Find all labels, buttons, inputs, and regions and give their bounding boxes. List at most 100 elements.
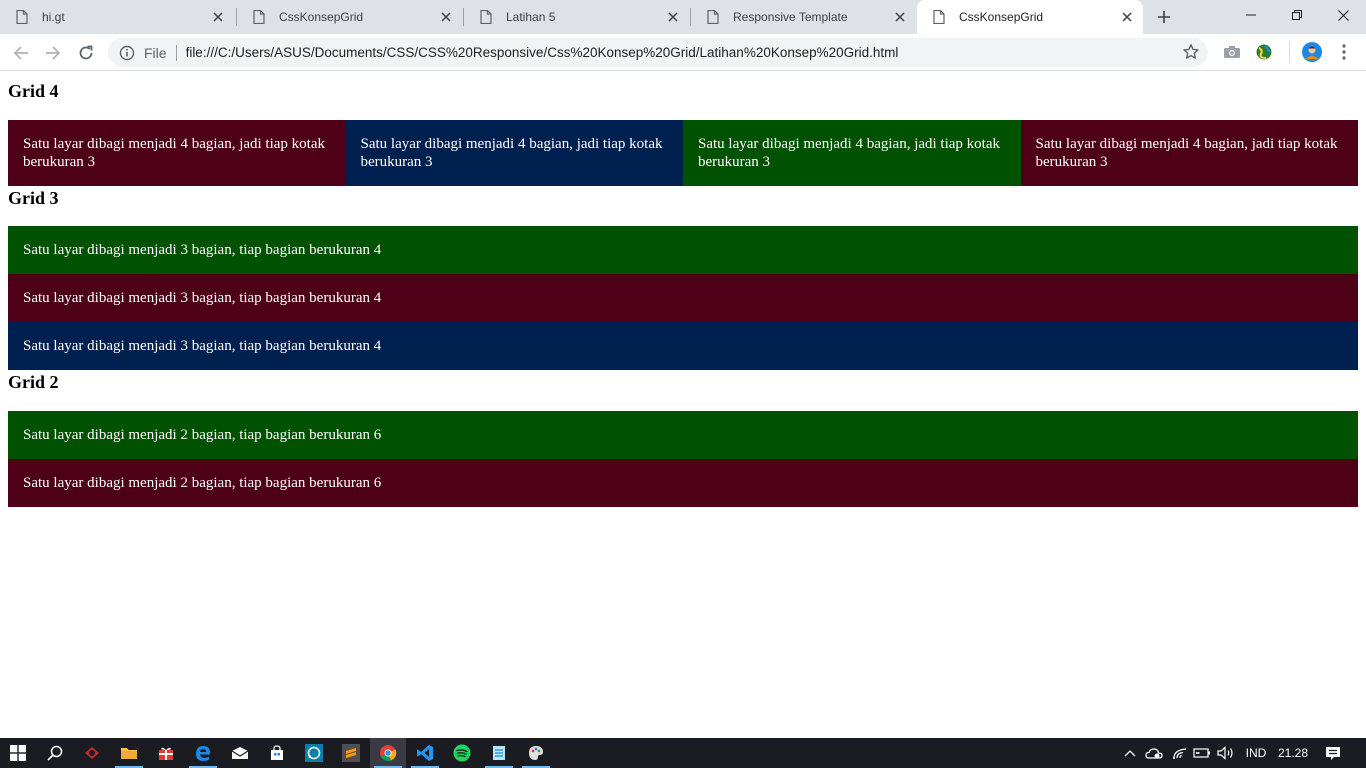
forward-button[interactable]: [40, 40, 66, 66]
windows-logo-icon: [10, 745, 26, 761]
reload-button[interactable]: [73, 40, 99, 66]
restore-icon: [1292, 10, 1302, 20]
taskbar-notepad[interactable]: [481, 738, 517, 768]
omnibox-divider: [175, 44, 177, 61]
folder-icon: [121, 748, 137, 759]
close-tab-icon[interactable]: [1117, 7, 1137, 27]
grid-2-cell: Satu layar dibagi menjadi 2 bagian, tiap…: [8, 459, 1358, 507]
edge-icon: [196, 746, 210, 761]
clock[interactable]: 21.28: [1274, 738, 1312, 768]
tab-label: CssKonsepGrid: [279, 10, 364, 24]
sublime-text-icon: [342, 744, 360, 762]
globe-extension-icon[interactable]: [1254, 42, 1274, 62]
reload-icon: [79, 45, 93, 60]
plus-icon: [1158, 11, 1170, 23]
taskbar-store[interactable]: [259, 738, 295, 768]
minimize-button[interactable]: [1228, 0, 1274, 30]
taskbar-mail[interactable]: [222, 738, 258, 768]
tab-latihan-5[interactable]: Latihan 5: [464, 0, 689, 34]
language-indicator[interactable]: IND: [1240, 738, 1272, 768]
restore-button[interactable]: [1274, 0, 1320, 30]
tab-hi-gt[interactable]: hi.gt: [0, 0, 234, 34]
wifi-tray-icon[interactable]: [1170, 738, 1190, 768]
tab-responsive-template[interactable]: Responsive Template: [691, 0, 916, 34]
menu-kebab-icon[interactable]: [1334, 42, 1354, 62]
grid-3-heading: Grid 3: [8, 188, 59, 208]
camera-extension-icon[interactable]: [1222, 42, 1242, 62]
mail-icon: [231, 747, 249, 759]
wifi-icon: [1173, 748, 1187, 759]
taskbar-paint[interactable]: [518, 738, 554, 768]
taskbar-app-red-game[interactable]: [74, 738, 110, 768]
close-tab-icon[interactable]: [663, 7, 683, 27]
grid-2-heading: Grid 2: [8, 372, 59, 392]
grid-3-cell: Satu layar dibagi menjadi 3 bagian, tiap…: [8, 226, 1358, 274]
grid-4-cell: Satu layar dibagi menjadi 4 bagian, jadi…: [345, 120, 683, 186]
taskbar-edge[interactable]: [185, 738, 221, 768]
start-button[interactable]: [0, 738, 36, 768]
close-tab-icon[interactable]: [436, 7, 456, 27]
tab-csskonsepgrid-active[interactable]: CssKonsepGrid: [917, 0, 1143, 34]
tab-csskonsepgrid[interactable]: CssKonsepGrid: [237, 0, 462, 34]
search-icon: [47, 745, 63, 761]
tab-label: Latihan 5: [506, 10, 556, 24]
taskbar-chrome[interactable]: [370, 738, 406, 768]
speaker-icon: [1217, 746, 1233, 760]
volume-tray-icon[interactable]: [1215, 738, 1237, 768]
notification-icon: [1326, 746, 1340, 760]
forward-arrow-icon: [46, 46, 61, 60]
bookmark-star-icon[interactable]: [1182, 43, 1200, 61]
cloud-sync-icon: [1145, 748, 1163, 759]
taskbar-gift-app[interactable]: [148, 738, 184, 768]
chrome-icon: [380, 745, 397, 761]
grid-4-heading: Grid 4: [8, 81, 59, 101]
show-hidden-icons-button[interactable]: [1120, 738, 1140, 768]
grid-2-cell: Satu layar dibagi menjadi 2 bagian, tiap…: [8, 411, 1358, 459]
minimize-icon: [1246, 14, 1256, 16]
whatsapp-icon: [305, 744, 323, 762]
vscode-icon: [417, 745, 433, 761]
toolbar-divider: [1289, 41, 1290, 63]
url-text[interactable]: file:///C:/Users/ASUS/Documents/CSS/CSS%…: [186, 45, 899, 60]
action-center-button[interactable]: [1318, 738, 1348, 768]
document-icon: [253, 9, 265, 25]
battery-charging-icon: [1193, 748, 1210, 758]
taskbar-spotify[interactable]: [444, 738, 480, 768]
tab-strip: hi.gt CssKonsepGrid Latihan 5 Responsive…: [0, 0, 1366, 34]
grid-4-cell: Satu layar dibagi menjadi 4 bagian, jadi…: [1020, 120, 1358, 186]
search-button[interactable]: [37, 738, 73, 768]
grid-3-row: Satu layar dibagi menjadi 3 bagian, tiap…: [8, 226, 1358, 370]
profile-avatar[interactable]: [1302, 42, 1322, 62]
tab-label: hi.gt: [42, 10, 65, 24]
windows-taskbar: IND 21.28: [0, 738, 1366, 768]
store-bag-icon: [271, 745, 283, 760]
grid-3-cell: Satu layar dibagi menjadi 3 bagian, tiap…: [8, 322, 1358, 370]
taskbar-sublime[interactable]: [333, 738, 369, 768]
close-window-button[interactable]: [1320, 0, 1366, 30]
url-scheme-label: File: [144, 44, 167, 61]
info-icon[interactable]: [119, 45, 135, 61]
taskbar-whatsapp[interactable]: [296, 738, 332, 768]
tab-label: CssKonsepGrid: [959, 10, 1044, 24]
close-tab-icon[interactable]: [208, 7, 228, 27]
grid-2-row: Satu layar dibagi menjadi 2 bagian, tiap…: [8, 411, 1358, 507]
grid-4-cell: Satu layar dibagi menjadi 4 bagian, jadi…: [8, 120, 346, 186]
document-icon: [933, 9, 945, 25]
new-tab-button[interactable]: [1152, 5, 1176, 29]
taskbar-file-explorer[interactable]: [111, 738, 147, 768]
chevron-up-icon: [1124, 750, 1136, 757]
back-arrow-icon: [13, 46, 28, 60]
grid-3-cell: Satu layar dibagi menjadi 3 bagian, tiap…: [8, 274, 1358, 322]
battery-tray-icon[interactable]: [1192, 738, 1212, 768]
browser-toolbar: File file:///C:/Users/ASUS/Documents/CSS…: [0, 34, 1366, 71]
document-icon: [707, 9, 719, 25]
notepad-icon: [493, 746, 505, 760]
taskbar-vscode[interactable]: [407, 738, 443, 768]
document-icon: [16, 9, 28, 25]
address-bar[interactable]: File file:///C:/Users/ASUS/Documents/CSS…: [108, 38, 1208, 67]
back-button[interactable]: [8, 40, 34, 66]
onedrive-tray-icon[interactable]: [1143, 738, 1165, 768]
paint-palette-icon: [529, 746, 543, 760]
close-tab-icon[interactable]: [890, 7, 910, 27]
web-page-content: Grid 4 Satu layar dibagi menjadi 4 bagia…: [0, 72, 1366, 738]
